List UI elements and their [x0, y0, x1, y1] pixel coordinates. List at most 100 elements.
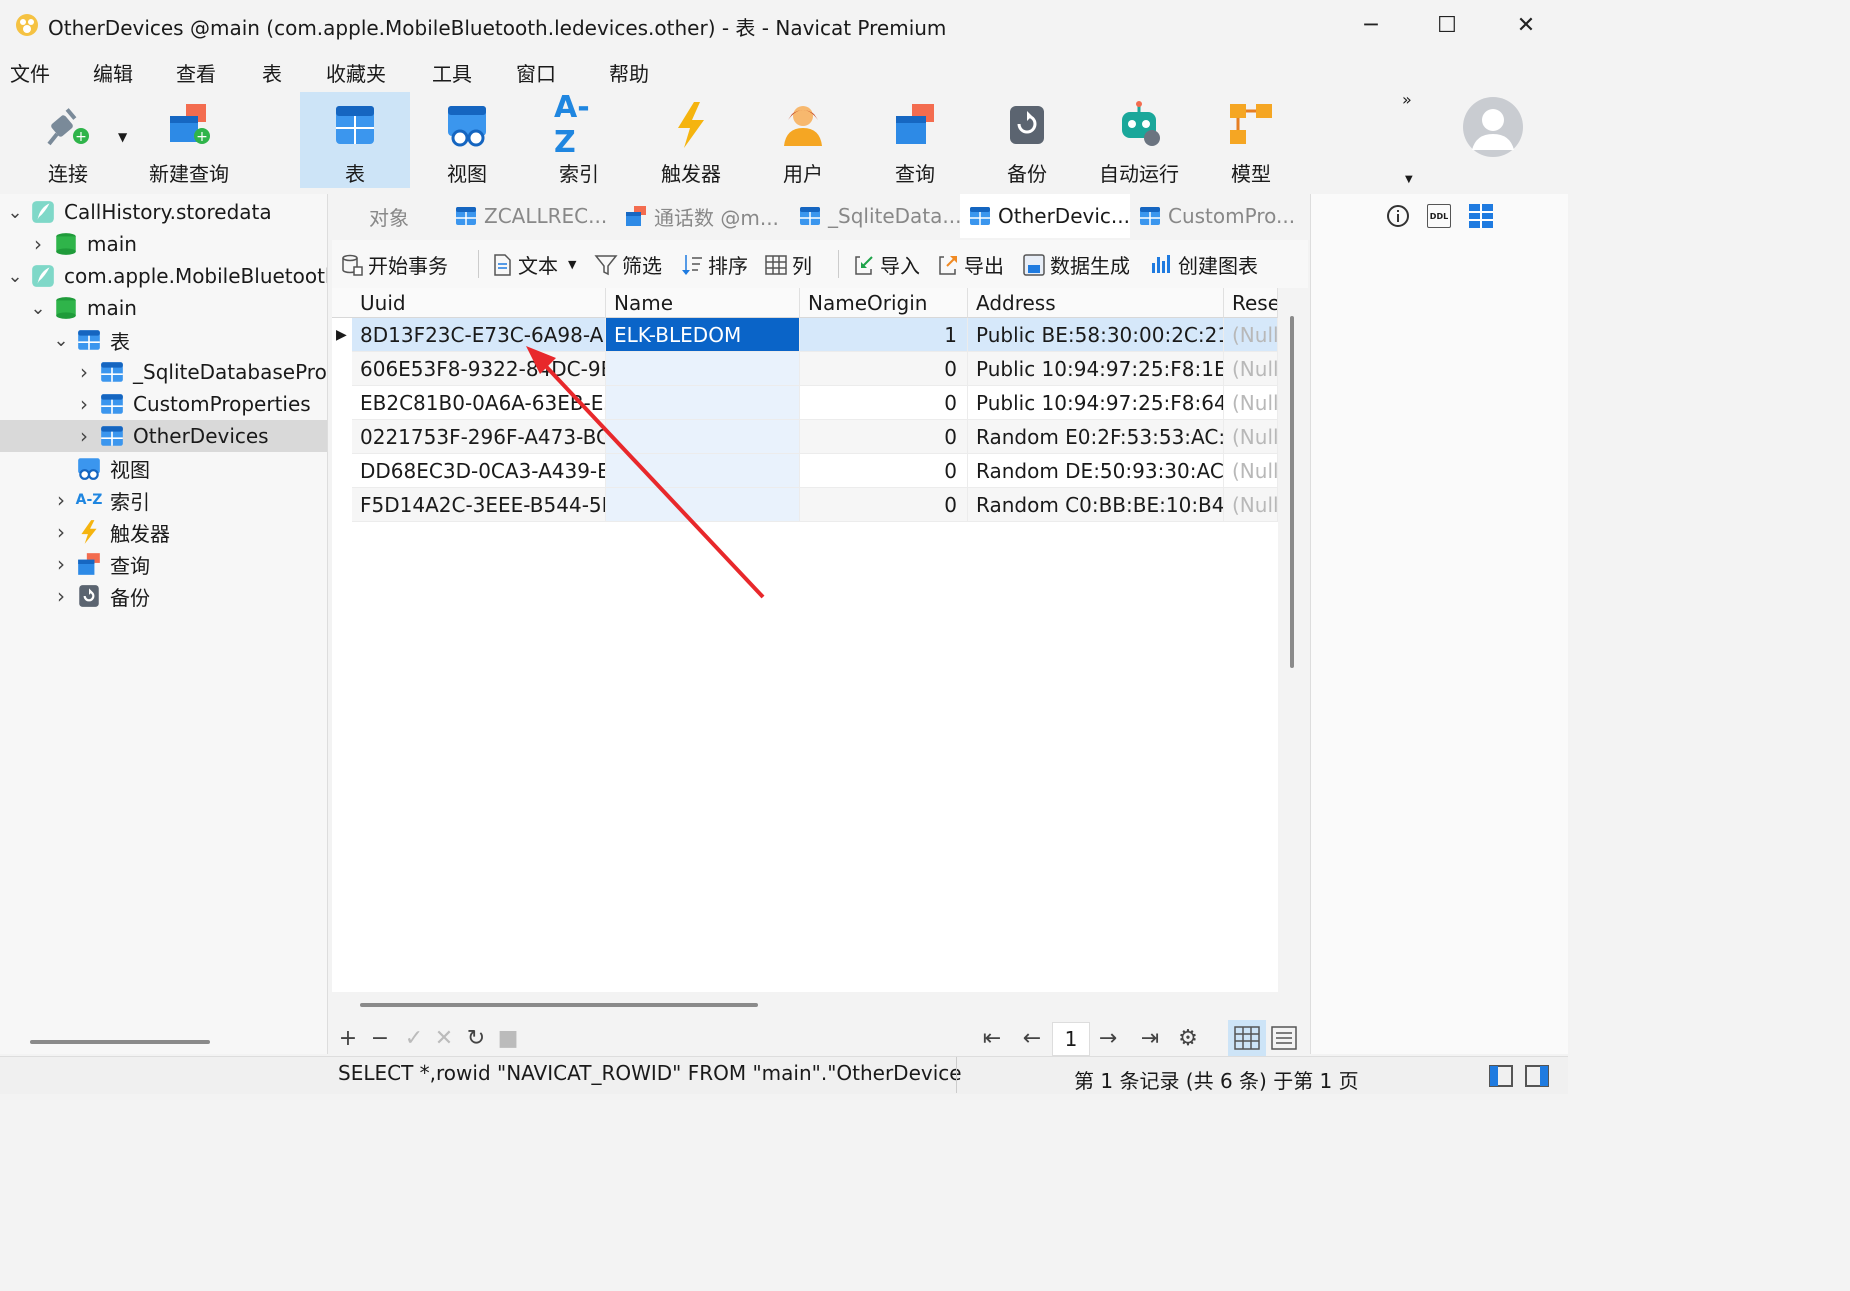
first-page-icon[interactable]: ⇤: [978, 1024, 1006, 1052]
toolbar-overflow-dropdown-icon[interactable]: ▼: [1405, 174, 1413, 185]
backup-button[interactable]: 备份: [972, 92, 1082, 188]
grid-cell[interactable]: (Null: [1224, 454, 1278, 488]
grid-cell[interactable]: 1: [800, 318, 968, 352]
grid-cell[interactable]: (Null: [1224, 488, 1278, 522]
menu-file[interactable]: 文件: [10, 58, 50, 87]
data-toolbar-button[interactable]: 开始事务: [340, 250, 448, 279]
chevron-right-icon[interactable]: ›: [77, 392, 91, 416]
menu-edit[interactable]: 编辑: [93, 58, 133, 87]
grid-cell[interactable]: (Null: [1224, 386, 1278, 420]
maximize-button[interactable]: ☐: [1424, 8, 1470, 42]
toggle-info-panel-icon[interactable]: [1524, 1063, 1550, 1089]
chevron-right-icon[interactable]: ›: [31, 232, 45, 256]
menu-favorites[interactable]: 收藏夹: [326, 58, 386, 87]
tree-item[interactable]: 视图: [0, 452, 327, 484]
last-page-icon[interactable]: ⇥: [1136, 1024, 1164, 1052]
tree-item[interactable]: › CustomProperties: [0, 388, 327, 420]
grid-cell[interactable]: Random E0:2F:53:53:AC:E: [968, 420, 1224, 454]
grid-cell[interactable]: F5D14A2C-3EEE-B544-5F: [352, 488, 606, 522]
chevron-down-icon[interactable]: ⌄: [53, 330, 68, 351]
tab-1[interactable]: ZCALLREC...: [446, 194, 616, 238]
query-button[interactable]: 查询: [860, 92, 970, 188]
menu-view[interactable]: 查看: [176, 58, 216, 87]
add-record-icon[interactable]: +: [334, 1024, 362, 1052]
data-toolbar-button[interactable]: 筛选: [594, 250, 662, 279]
data-toolbar-button[interactable]: 文本 ▼: [490, 250, 576, 279]
grid-cell[interactable]: 0: [800, 488, 968, 522]
grid-cell[interactable]: 0: [800, 352, 968, 386]
avatar[interactable]: [1462, 96, 1524, 158]
grid-cell[interactable]: [606, 420, 800, 454]
apply-icon[interactable]: ✓: [400, 1024, 428, 1052]
sidebar-horizontal-scrollbar[interactable]: [30, 1040, 210, 1044]
tab-3[interactable]: _SqliteData...: [790, 194, 960, 238]
grid-vertical-scrollbar[interactable]: [1290, 316, 1294, 668]
column-header[interactable]: Address: [968, 288, 1224, 318]
toolbar-overflow-button[interactable]: »: [1402, 90, 1412, 109]
prev-page-icon[interactable]: ←: [1018, 1024, 1046, 1052]
grid-cell[interactable]: [606, 386, 800, 420]
tree-item[interactable]: › _SqliteDatabaseProp: [0, 356, 327, 388]
column-header[interactable]: Uuid: [352, 288, 606, 318]
grid-cell[interactable]: (Null: [1224, 352, 1278, 386]
tree-item[interactable]: › A-Z 索引: [0, 484, 327, 516]
grid-cell[interactable]: Random DE:50:93:30:AC:: [968, 454, 1224, 488]
menu-tools[interactable]: 工具: [432, 58, 472, 87]
tree-item[interactable]: › 查询: [0, 548, 327, 580]
ddl-icon[interactable]: DDL: [1427, 204, 1451, 228]
chevron-right-icon[interactable]: ›: [54, 520, 68, 544]
new-query-button[interactable]: + 新建查询: [134, 92, 244, 188]
grid-view-toggle[interactable]: [1228, 1020, 1266, 1056]
grid-cell[interactable]: [606, 488, 800, 522]
column-header[interactable]: NameOrigin: [800, 288, 968, 318]
user-button[interactable]: 用户: [748, 92, 858, 188]
dropdown-arrow-icon[interactable]: ▼: [568, 258, 576, 271]
grid-cell[interactable]: [606, 454, 800, 488]
data-toolbar-button[interactable]: 导入: [852, 250, 920, 279]
info-icon[interactable]: [1386, 204, 1410, 228]
data-toolbar-button[interactable]: 数据生成: [1022, 250, 1130, 279]
grid-cell[interactable]: 0: [800, 386, 968, 420]
form-view-toggle[interactable]: [1270, 1024, 1298, 1052]
data-toolbar-button[interactable]: 创建图表: [1150, 250, 1258, 279]
tree-item[interactable]: ⌄ com.apple.MobileBluetooth: [0, 260, 327, 292]
trigger-button[interactable]: 触发器: [636, 92, 746, 188]
close-button[interactable]: ✕: [1503, 8, 1549, 42]
tree-item[interactable]: ⌄ CallHistory.storedata: [0, 196, 327, 228]
grid-cell[interactable]: (Null: [1224, 420, 1278, 454]
grid-cell[interactable]: 0: [800, 454, 968, 488]
data-toolbar-button[interactable]: 排序: [680, 250, 748, 279]
chevron-right-icon[interactable]: ›: [77, 360, 91, 384]
data-toolbar-button[interactable]: 导出: [936, 250, 1004, 279]
grid-cell[interactable]: EB2C81B0-0A6A-63EB-E5: [352, 386, 606, 420]
chevron-down-icon[interactable]: ⌄: [7, 202, 22, 223]
tree-item[interactable]: › main: [0, 228, 327, 260]
tree-item[interactable]: ⌄ main: [0, 292, 327, 324]
automation-button[interactable]: 自动运行: [1084, 92, 1194, 188]
grid-cell[interactable]: (Null: [1224, 318, 1278, 352]
chevron-right-icon[interactable]: ›: [54, 584, 68, 608]
tree-item[interactable]: › 备份: [0, 580, 327, 612]
delete-record-icon[interactable]: −: [366, 1024, 394, 1052]
grid-cell[interactable]: Public 10:94:97:25:F8:64: [968, 386, 1224, 420]
grid-cell[interactable]: 606E53F8-9322-84DC-9B: [352, 352, 606, 386]
grid-cell[interactable]: DD68EC3D-0CA3-A439-E: [352, 454, 606, 488]
grid-cell[interactable]: ELK-BLEDOM: [606, 318, 800, 352]
table-button[interactable]: 表: [300, 92, 410, 188]
grid-cell[interactable]: Public 10:94:97:25:F8:1E: [968, 352, 1224, 386]
column-header[interactable]: Name: [606, 288, 800, 318]
chevron-right-icon[interactable]: ›: [54, 488, 68, 512]
chevron-right-icon[interactable]: ›: [77, 424, 91, 448]
chevron-down-icon[interactable]: ⌄: [30, 298, 45, 319]
tab-0[interactable]: 对象: [332, 194, 446, 238]
connection-button[interactable]: + 连接: [13, 92, 123, 188]
minimize-button[interactable]: ─: [1348, 8, 1394, 42]
grid-cell[interactable]: [606, 352, 800, 386]
tree-item[interactable]: › 触发器: [0, 516, 327, 548]
tab-2[interactable]: 通话数 @m...: [616, 194, 790, 238]
connection-dropdown-icon[interactable]: ▼: [118, 130, 127, 144]
settings-gear-icon[interactable]: ⚙: [1174, 1024, 1202, 1052]
data-toolbar-button[interactable]: 列: [764, 250, 812, 279]
grid-cell[interactable]: 0: [800, 420, 968, 454]
menu-help[interactable]: 帮助: [609, 58, 649, 87]
